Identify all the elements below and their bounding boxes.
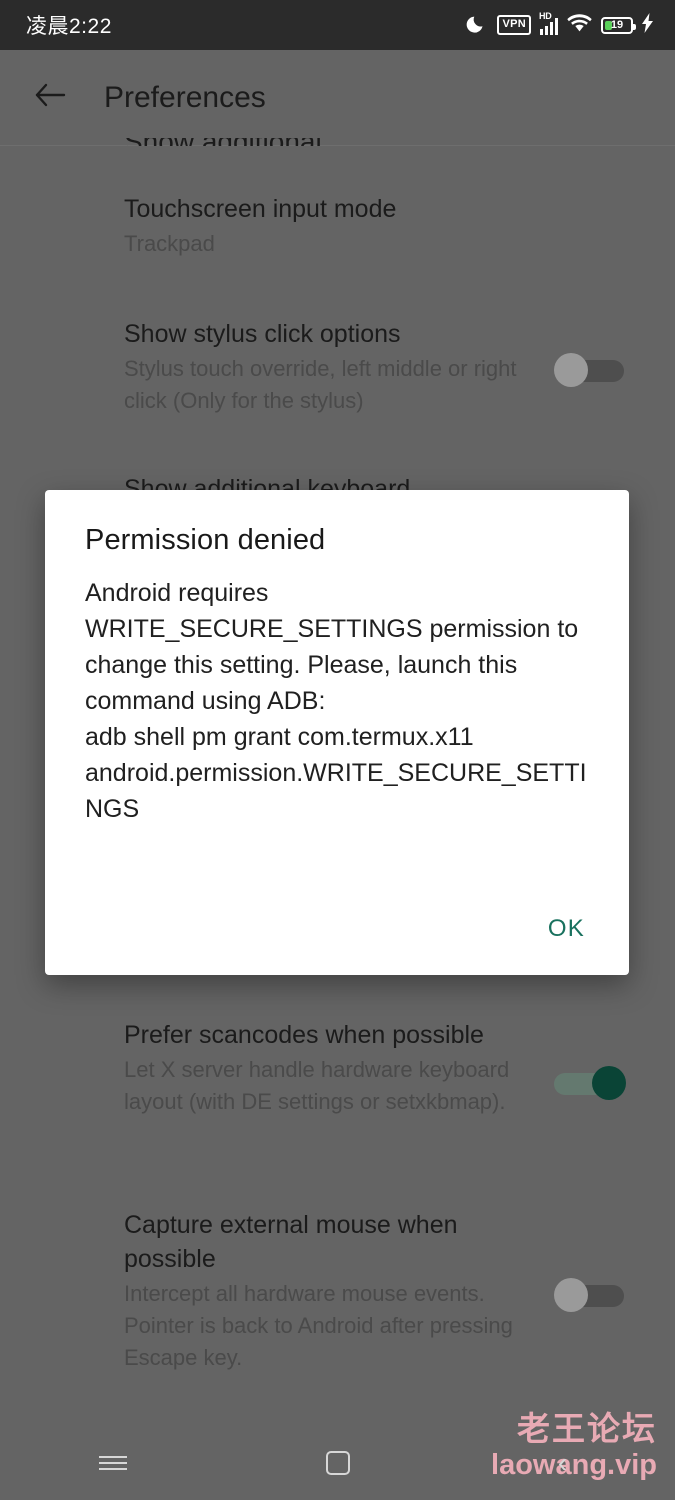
nav-home-button[interactable] (293, 1433, 383, 1493)
hamburger-icon (98, 1452, 127, 1474)
dialog-message: Android requires WRITE_SECURE_SETTINGS p… (85, 579, 587, 823)
android-nav-bar: ‹ (0, 1426, 675, 1500)
chevron-left-icon: ‹ (557, 1447, 568, 1478)
permission-denied-dialog: Permission denied Android requires WRITE… (45, 490, 629, 975)
square-icon (325, 1451, 350, 1475)
nav-recents-button[interactable] (68, 1433, 158, 1493)
dialog-actions: OK (534, 905, 599, 953)
phone-screen: 凌晨2:22 VPN HD 19 Preferences Touchscreen… (0, 0, 675, 1500)
nav-back-button[interactable]: ‹ (518, 1433, 608, 1493)
ok-button[interactable]: OK (534, 905, 599, 953)
dialog-title: Permission denied (85, 524, 326, 556)
